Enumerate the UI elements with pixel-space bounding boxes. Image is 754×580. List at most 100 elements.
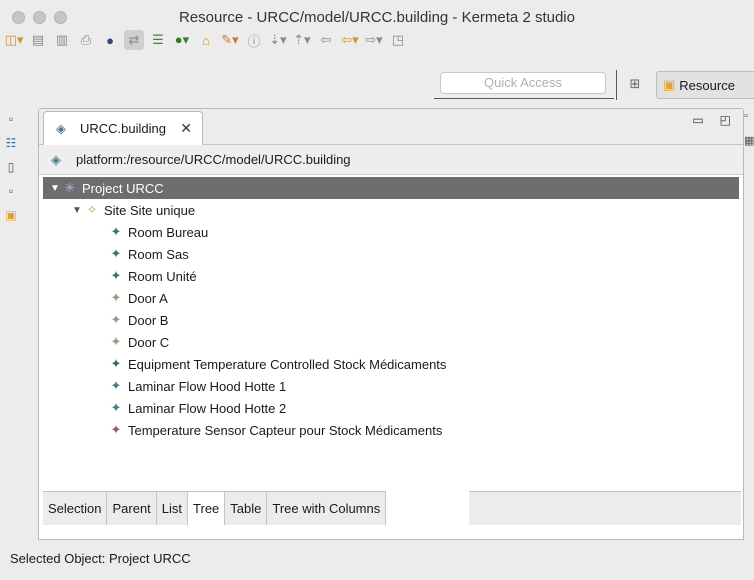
tree-row-site[interactable]: ▼ ✧ Site Site unique (43, 199, 739, 221)
perspective-resource-button[interactable]: ▣ Resource (656, 71, 754, 99)
maximize-icon[interactable]: ◰ (720, 113, 731, 127)
zoom-window-button[interactable] (54, 11, 67, 24)
print-icon[interactable]: ⎙ (76, 30, 96, 50)
tree-row-label: Door A (128, 290, 168, 306)
page-tab-table[interactable]: Table (225, 492, 268, 525)
editor-tab-urcc-building[interactable]: ◈ URCC.building ✕ (43, 111, 203, 145)
tree-row-item[interactable]: ✦ Door C (43, 331, 739, 353)
expand-arrow-icon[interactable]: ▼ (71, 205, 83, 216)
previous-annotation-icon[interactable]: ⇡▾ (292, 30, 312, 50)
element-icon: ✦ (110, 422, 122, 437)
tree-row-item[interactable]: ✦ Laminar Flow Hood Hotte 1 (43, 375, 739, 397)
save-all-icon[interactable]: ▥ (52, 30, 72, 50)
right-trim-stack: ▫ ▦ (744, 110, 754, 159)
model-file-icon: ◈ (51, 151, 61, 167)
window-controls (12, 11, 67, 24)
element-icon: ✦ (110, 334, 122, 349)
document-icon[interactable]: ▯ (2, 160, 20, 178)
main-toolbar: ◫▾ ▤ ▥ ⎙ ● ⇄ ☰ ●▾ ⌂ ✎▾ ⓘ ⇣▾ ⇡▾ ⇦ ⇦▾ ⇨▾ ◳ (4, 26, 624, 54)
tree-row-item[interactable]: ✦ Door B (43, 309, 739, 331)
page-tab-tree-with-columns[interactable]: Tree with Columns (267, 492, 387, 525)
expand-arrow-icon[interactable]: ▼ (49, 183, 61, 194)
element-icon: ✦ (110, 246, 122, 261)
tree-row-label: Laminar Flow Hood Hotte 2 (128, 400, 287, 416)
model-tree: ▼ ✳ Project URCC ▼ ✧ Site Site unique ✦ R… (43, 177, 739, 441)
tree-row-label: Project URCC (82, 180, 164, 196)
tree-row-label: Site Site unique (104, 202, 196, 218)
back-history-icon[interactable]: ⇦▾ (340, 30, 360, 50)
globe-icon[interactable]: ● (100, 30, 120, 50)
page-tab-list[interactable]: List (156, 492, 189, 525)
element-icon: ✦ (110, 400, 122, 415)
info-icon[interactable]: ⓘ (244, 30, 264, 50)
editor-page-tabs: Selection Parent List Tree Table Tree with Co… (43, 491, 387, 525)
tree-row-label: Room Bureau (128, 224, 209, 240)
editor-panel: ◈ URCC.building ✕ ▭ ◰ ◈ platform:/resour… (38, 108, 744, 540)
tree-row-item[interactable]: ✦ Room Sas (43, 243, 739, 265)
open-perspective-icon[interactable]: ⊞ (626, 76, 644, 94)
folder-icon: ▣ (663, 77, 676, 92)
save-icon[interactable]: ▤ (28, 30, 48, 50)
editor-tab-label: URCC.building (80, 121, 166, 136)
folder-icon[interactable]: ▣ (2, 208, 20, 226)
minimize-window-button[interactable] (33, 11, 46, 24)
tree-row-item[interactable]: ✦ Room Unité (43, 265, 739, 287)
editor-window-controls: ▭ ◰ (692, 113, 731, 127)
tree-row-label: Room Unité (128, 268, 197, 284)
restore-icon-2[interactable]: ▫ (2, 184, 20, 202)
window-title: Resource - URCC/model/URCC.building - Ke… (179, 8, 575, 26)
element-icon: ✦ (110, 224, 122, 239)
page-tab-parent[interactable]: Parent (107, 492, 157, 525)
quick-access-underline (434, 98, 614, 99)
tree-row-label: Temperature Sensor Capteur pour Stock Mé… (128, 422, 443, 438)
tree-row-label: Laminar Flow Hood Hotte 1 (128, 378, 287, 394)
perspective-label: Resource (679, 77, 735, 93)
tree-row-item[interactable]: ✦ Door A (43, 287, 739, 309)
open-folder-icon[interactable]: ⌂ (196, 30, 216, 50)
tree-row-label: Room Sas (128, 246, 189, 262)
close-icon[interactable]: ✕ (180, 120, 192, 137)
tree-row-item[interactable]: ✦ Laminar Flow Hood Hotte 2 (43, 397, 739, 419)
pencil-icon[interactable]: ✎▾ (220, 30, 240, 50)
forward-icon[interactable]: ⇨▾ (364, 30, 384, 50)
element-icon: ✦ (110, 356, 122, 371)
back-icon[interactable]: ⇦ (316, 30, 336, 50)
list-icon[interactable]: ☰ (148, 30, 168, 50)
link-icon[interactable]: ⇄ (124, 30, 144, 50)
next-annotation-icon[interactable]: ⇣▾ (268, 30, 288, 50)
tree-row-project[interactable]: ▼ ✳ Project URCC (43, 177, 739, 199)
toolbar-separator (616, 70, 617, 100)
status-bar: Selected Object: Project URCC (10, 551, 191, 566)
restore-icon[interactable]: ▫ (2, 112, 20, 130)
tree-row-label: Door C (128, 334, 170, 350)
site-icon: ✧ (86, 202, 98, 217)
run-icon[interactable]: ●▾ (172, 30, 192, 50)
element-icon: ✦ (110, 268, 122, 283)
close-window-button[interactable] (12, 11, 25, 24)
tree-row-label: Equipment Temperature Controlled Stock M… (128, 356, 447, 372)
quick-access-input[interactable]: Quick Access (440, 72, 606, 94)
new-wizard-icon[interactable]: ◫▾ (4, 30, 24, 50)
editor-tabbar: ◈ URCC.building ✕ ▭ ◰ (39, 109, 743, 145)
tree-row-label: Door B (128, 312, 169, 328)
page-tabs-filler (469, 491, 741, 525)
pin-icon[interactable]: ◳ (388, 30, 408, 50)
restore-icon[interactable]: ▫ (744, 110, 754, 122)
model-file-icon: ◈ (56, 120, 66, 136)
outline-icon[interactable]: ☷ (2, 136, 20, 154)
page-tab-tree[interactable]: Tree (188, 492, 226, 525)
quick-access-row: Quick Access ⊞ ▣ Resource (0, 70, 754, 100)
project-icon: ✳ (64, 180, 76, 195)
tree-row-item[interactable]: ✦ Equipment Temperature Controlled Stock … (43, 353, 739, 375)
resource-path: platform:/resource/URCC/model/URCC.build… (76, 152, 351, 167)
element-icon: ✦ (110, 378, 122, 393)
element-icon: ✦ (110, 312, 122, 327)
left-trim-stack: ▫ ☷ ▯ ▫ ▣ (0, 110, 26, 232)
page-tab-selection[interactable]: Selection (43, 492, 108, 525)
minimize-icon[interactable]: ▭ (692, 113, 703, 127)
table-icon[interactable]: ▦ (744, 134, 754, 147)
tree-row-item[interactable]: ✦ Temperature Sensor Capteur pour Stock M… (43, 419, 739, 441)
resource-header: ◈ platform:/resource/URCC/model/URCC.bui… (39, 145, 743, 175)
element-icon: ✦ (110, 290, 122, 305)
tree-row-item[interactable]: ✦ Room Bureau (43, 221, 739, 243)
